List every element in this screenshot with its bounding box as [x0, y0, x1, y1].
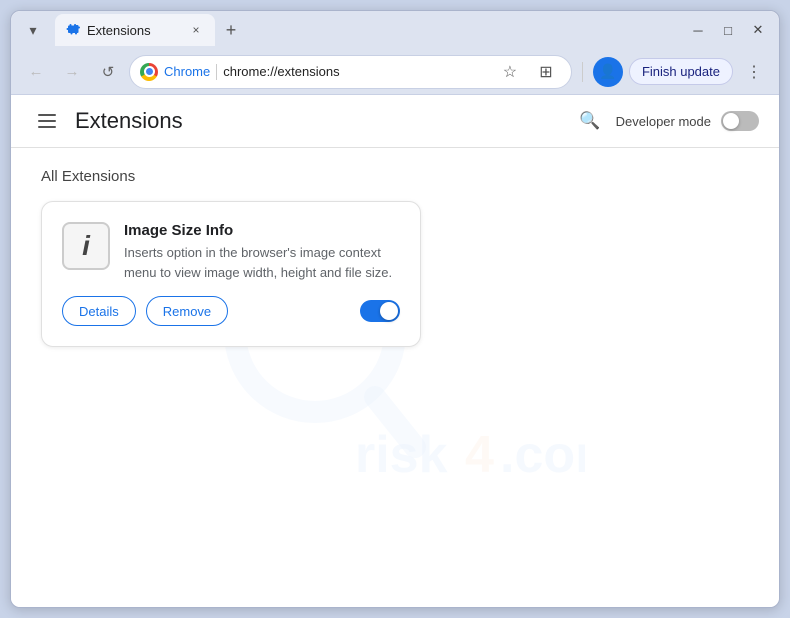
- reload-btn[interactable]: ↺: [93, 57, 123, 87]
- extension-card: i Image Size Info Inserts option in the …: [41, 201, 421, 347]
- page-content: Extensions 🔍 Developer mode risk 4 .com: [11, 95, 779, 607]
- hamburger-line: [38, 126, 56, 128]
- browser-window: ▾ Extensions × + ─ □ ✕ ← → ↺ Chrome: [10, 10, 780, 608]
- back-btn[interactable]: ←: [21, 57, 51, 87]
- profile-icon: 👤: [599, 63, 616, 80]
- address-text: chrome://extensions: [223, 64, 489, 79]
- finish-update-btn[interactable]: Finish update: [629, 58, 733, 85]
- remove-btn[interactable]: Remove: [146, 296, 228, 326]
- profile-btn[interactable]: 👤: [593, 57, 623, 87]
- search-btn[interactable]: 🔍: [574, 105, 606, 137]
- close-btn[interactable]: ✕: [745, 17, 771, 43]
- active-tab[interactable]: Extensions ×: [55, 14, 215, 46]
- extension-icon: i: [62, 222, 110, 270]
- svg-text:risk: risk: [355, 426, 448, 484]
- forward-btn[interactable]: →: [57, 57, 87, 87]
- extension-description: Inserts option in the browser's image co…: [124, 243, 400, 282]
- card-top: i Image Size Info Inserts option in the …: [62, 222, 400, 282]
- title-bar: ▾ Extensions × + ─ □ ✕: [11, 11, 779, 49]
- svg-text:4: 4: [465, 426, 494, 484]
- toolbar-divider: [582, 62, 583, 82]
- extension-name: Image Size Info: [124, 222, 400, 239]
- extensions-header: Extensions 🔍 Developer mode: [11, 95, 779, 148]
- details-btn[interactable]: Details: [62, 296, 136, 326]
- address-divider: [216, 64, 217, 80]
- all-extensions-label: All Extensions: [41, 168, 749, 185]
- title-bar-left: ▾: [19, 16, 47, 44]
- address-bar[interactable]: Chrome chrome://extensions ☆ ⊞: [129, 55, 572, 89]
- tab-dropdown-btn[interactable]: ▾: [19, 16, 47, 44]
- finish-update-label: Finish update: [642, 64, 720, 79]
- dev-mode-label: Developer mode: [616, 114, 711, 129]
- extension-toggle[interactable]: [360, 300, 400, 322]
- new-tab-btn[interactable]: +: [217, 16, 245, 44]
- hamburger-btn[interactable]: [31, 105, 63, 137]
- hamburger-line: [38, 114, 56, 116]
- main-area: risk 4 .com All Extensions i Image Size …: [11, 148, 779, 607]
- developer-mode-toggle[interactable]: [721, 111, 759, 131]
- page-title: Extensions: [75, 108, 183, 134]
- extensions-puzzle-btn[interactable]: ⊞: [531, 57, 561, 87]
- minimize-btn[interactable]: ─: [685, 17, 711, 43]
- maximize-btn[interactable]: □: [715, 17, 741, 43]
- tab-extension-icon: [65, 22, 81, 38]
- header-right: 🔍 Developer mode: [574, 105, 759, 137]
- card-bottom: Details Remove: [62, 296, 400, 326]
- tab-close-btn[interactable]: ×: [187, 21, 205, 39]
- tab-area: Extensions × +: [51, 14, 681, 46]
- chrome-logo-icon: [140, 63, 158, 81]
- chrome-label: Chrome: [164, 64, 210, 79]
- hamburger-line: [38, 120, 56, 122]
- svg-text:.com: .com: [500, 426, 585, 484]
- card-info: Image Size Info Inserts option in the br…: [124, 222, 400, 282]
- bookmark-btn[interactable]: ☆: [495, 57, 525, 87]
- menu-btn[interactable]: ⋮: [739, 57, 769, 87]
- window-controls: ─ □ ✕: [685, 17, 771, 43]
- toolbar: ← → ↺ Chrome chrome://extensions ☆ ⊞ 👤 F…: [11, 49, 779, 95]
- tab-label: Extensions: [87, 23, 151, 38]
